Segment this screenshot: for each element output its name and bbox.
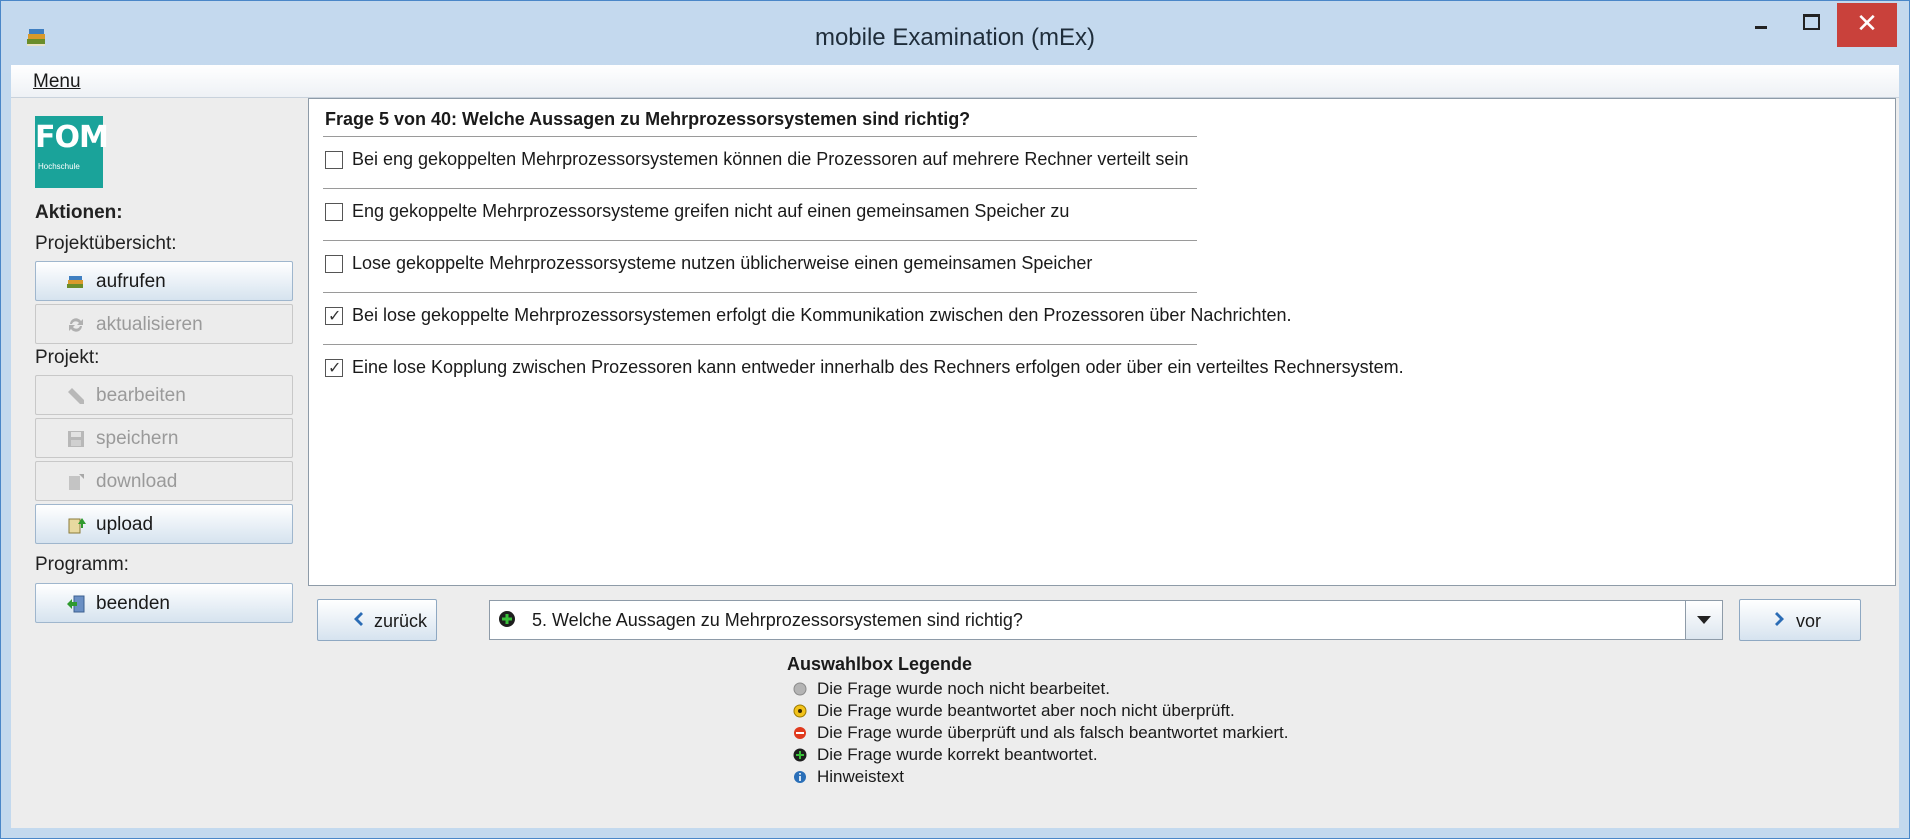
separator xyxy=(323,344,1197,345)
answer-checkbox[interactable] xyxy=(325,151,343,169)
upload-button[interactable]: upload xyxy=(35,504,293,544)
answer-checkbox[interactable]: ✓ xyxy=(325,307,343,325)
actions-heading: Aktionen: xyxy=(35,202,123,223)
question-select[interactable]: 5. Welche Aussagen zu Mehrprozessorsyste… xyxy=(489,600,1723,640)
window-title: mobile Examination (mEx) xyxy=(814,24,1096,51)
project-label: Projekt: xyxy=(35,347,100,368)
menu-menu[interactable]: Menu xyxy=(33,71,81,93)
checkmark-icon: ✓ xyxy=(328,360,342,377)
legend-item: Die Frage wurde korrekt beantwortet. xyxy=(787,744,1487,766)
separator xyxy=(323,136,1197,137)
answer-checkbox[interactable]: ✓ xyxy=(325,359,343,377)
floppy-disk-icon xyxy=(68,431,84,447)
plus-green-icon xyxy=(499,611,515,627)
refresh-icon xyxy=(69,318,83,332)
legend: Auswahlbox Legende Die Frage wurde noch … xyxy=(787,654,1487,788)
close-button[interactable]: ✕ xyxy=(1837,3,1897,47)
program-label: Programm: xyxy=(35,554,129,575)
legend-title: Auswahlbox Legende xyxy=(787,654,973,674)
separator xyxy=(323,240,1197,241)
checkmark-icon: ✓ xyxy=(328,308,342,325)
upload-icon xyxy=(68,518,86,534)
yellow-dot-icon xyxy=(793,704,807,718)
question-title: Frage 5 von 40: Welche Aussagen zu Mehrp… xyxy=(325,109,971,129)
fom-logo: FOM Hochschule xyxy=(35,116,109,188)
title-bar: mobile Examination (mEx) ✕ xyxy=(1,1,1909,73)
exit-door-icon xyxy=(67,595,85,613)
answer-checkbox[interactable] xyxy=(325,255,343,273)
forward-button[interactable]: vor xyxy=(1739,599,1861,641)
app-window: mobile Examination (mEx) ✕ Menu FOM Hoch… xyxy=(0,0,1910,839)
legend-item: Hinweistext xyxy=(787,766,1487,788)
books-stack-icon xyxy=(67,276,83,288)
question-panel: Frage 5 von 40: Welche Aussagen zu Mehrp… xyxy=(308,98,1896,586)
maximize-button[interactable] xyxy=(1787,1,1833,47)
answer-checkbox[interactable] xyxy=(325,203,343,221)
chevron-left-icon xyxy=(354,612,363,626)
chevron-down-icon xyxy=(1697,616,1711,624)
dropdown-arrow-button[interactable] xyxy=(1685,601,1722,639)
maximize-icon xyxy=(1803,14,1820,30)
bearbeiten-button[interactable]: bearbeiten xyxy=(35,375,293,415)
pencil-icon xyxy=(68,388,84,404)
separator xyxy=(323,292,1197,293)
back-button[interactable]: zurück xyxy=(317,599,437,641)
separator xyxy=(323,188,1197,189)
chevron-right-icon xyxy=(1775,612,1784,626)
legend-item: Die Frage wurde beantwortet aber noch ni… xyxy=(787,700,1487,722)
minimize-icon xyxy=(1755,26,1767,29)
gray-dot-icon xyxy=(793,682,807,696)
main-content: FOM Hochschule Aktionen: Projektübersich… xyxy=(11,98,1899,828)
download-button[interactable]: download xyxy=(35,461,293,501)
minimize-button[interactable] xyxy=(1739,1,1785,47)
legend-item: Die Frage wurde noch nicht bearbeitet. xyxy=(787,678,1487,700)
aufrufen-button[interactable]: aufrufen xyxy=(35,261,293,301)
project-overview-label: Projektübersicht: xyxy=(35,233,177,254)
beenden-button[interactable]: beenden xyxy=(35,583,293,623)
green-plus-icon xyxy=(793,748,807,762)
red-minus-icon xyxy=(794,727,806,739)
blue-info-icon xyxy=(794,771,806,783)
close-icon: ✕ xyxy=(1856,8,1878,38)
download-icon xyxy=(69,474,84,490)
speichern-button[interactable]: speichern xyxy=(35,418,293,458)
legend-item: Die Frage wurde überprüft und als falsch… xyxy=(787,722,1487,744)
aktualisieren-button[interactable]: aktualisieren xyxy=(35,304,293,344)
menu-bar: Menu xyxy=(11,65,1899,98)
